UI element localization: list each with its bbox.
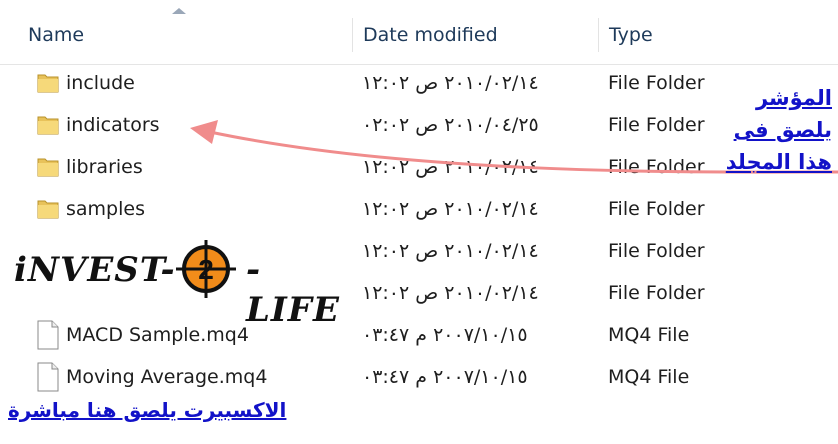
annotation-line: هذا المجلد: [725, 150, 832, 174]
file-icon: [37, 320, 59, 350]
file-date: ٢٠١٠/٠٢/١٤ ص ١٢:٠٢: [362, 156, 539, 178]
folder-icon: [37, 74, 59, 93]
column-header-type[interactable]: Type: [598, 18, 838, 52]
file-type: MQ4 File: [608, 324, 690, 346]
file-row-libraries[interactable]: libraries ٢٠١٠/٠٢/١٤ ص ١٢:٠٢ File Folder: [0, 146, 838, 188]
column-header-bar: Name Date modified Type: [0, 0, 838, 65]
annotation-expert-paste: الاكسبيرت يلصق هنا مباشرة: [8, 398, 287, 422]
file-name: MACD Sample.mq4: [66, 324, 249, 346]
file-row-macd-sample[interactable]: MACD Sample.mq4 ٢٠٠٧/١٠/١٥ م ٠٣:٤٧ MQ4 F…: [0, 314, 838, 356]
logo-text-left: iNVEST-: [14, 250, 176, 290]
file-type: File Folder: [608, 72, 705, 94]
file-date: ٢٠١٠/٠٢/١٤ ص ١٢:٠٢: [362, 198, 539, 220]
file-row-indicators[interactable]: indicators ٢٠١٠/٠٤/٢٥ ص ٠٢:٠٢ File Folde…: [0, 104, 838, 146]
file-date: ٢٠١٠/٠٢/١٤ ص ١٢:٠٢: [362, 240, 539, 262]
file-date: ٢٠١٠/٠٢/١٤ ص ١٢:٠٢: [362, 282, 539, 304]
column-header-name[interactable]: Name: [18, 18, 348, 52]
file-date: ٢٠٠٧/١٠/١٥ م ٠٣:٤٧: [362, 366, 528, 388]
file-type: File Folder: [608, 198, 705, 220]
file-name: samples: [66, 198, 145, 220]
file-name: include: [66, 72, 135, 94]
column-header-date-modified[interactable]: Date modified: [352, 18, 596, 52]
folder-icon: [37, 200, 59, 219]
annotation-indicator-folder: المؤشر يلصق فى هذا المجلد: [726, 82, 832, 178]
file-row-samples[interactable]: samples ٢٠١٠/٠٢/١٤ ص ١٢:٠٢ File Folder: [0, 188, 838, 230]
file-type: File Folder: [608, 282, 705, 304]
file-row-include[interactable]: include ٢٠١٠/٠٢/١٤ ص ١٢:٠٢ File Folder: [0, 62, 838, 104]
logo-text-right: -LIFE: [246, 250, 340, 330]
file-name: libraries: [66, 156, 143, 178]
crosshair-2-icon: 2: [176, 240, 236, 298]
file-icon: [37, 362, 59, 392]
file-type: MQ4 File: [608, 366, 690, 388]
folder-icon: [37, 158, 59, 177]
file-name: indicators: [66, 114, 160, 136]
file-type: File Folder: [608, 114, 705, 136]
sort-ascending-icon: [172, 8, 186, 14]
invest-2-life-logo: iNVEST- 2 -LIFE: [14, 236, 339, 330]
file-date: ٢٠١٠/٠٢/١٤ ص ١٢:٠٢: [362, 72, 539, 94]
file-date: ٢٠١٠/٠٤/٢٥ ص ٠٢:٠٢: [362, 114, 539, 136]
file-type: File Folder: [608, 240, 705, 262]
svg-text:2: 2: [198, 254, 214, 285]
folder-icon: [37, 116, 59, 135]
annotation-line: يلصق فى: [733, 118, 832, 142]
annotation-line: المؤشر: [755, 86, 832, 110]
file-date: ٢٠٠٧/١٠/١٥ م ٠٣:٤٧: [362, 324, 528, 346]
file-type: File Folder: [608, 156, 705, 178]
file-name: Moving Average.mq4: [66, 366, 268, 388]
file-row-moving-average[interactable]: Moving Average.mq4 ٢٠٠٧/١٠/١٥ م ٠٣:٤٧ MQ…: [0, 356, 838, 398]
